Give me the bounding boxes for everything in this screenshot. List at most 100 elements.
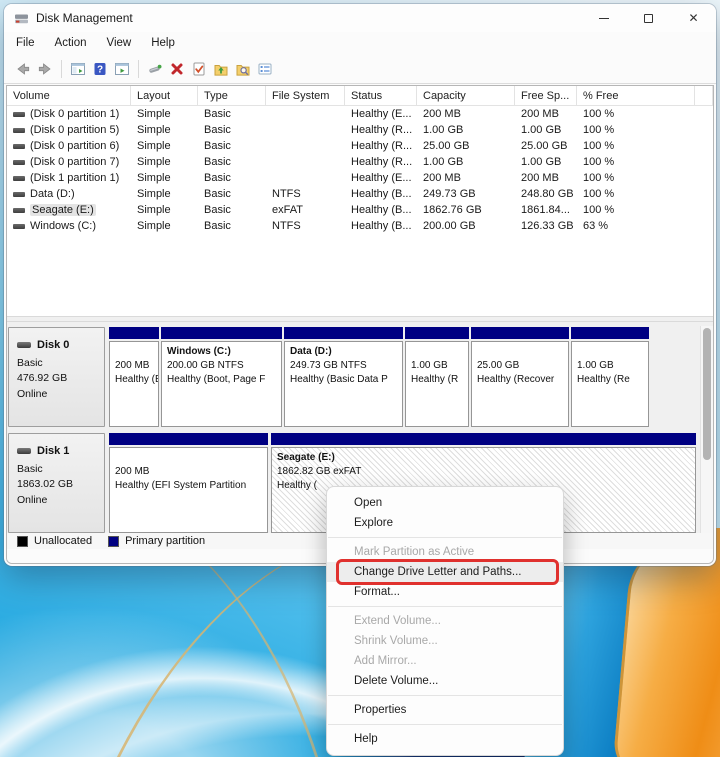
legend-unallocated: Unallocated	[17, 535, 92, 547]
disk0-partition-5[interactable]: 25.00 GB Healthy (Recover	[471, 327, 569, 427]
menu-item-properties[interactable]: Properties	[327, 700, 563, 720]
primary-partition-bar	[471, 327, 569, 339]
disk-icon	[17, 342, 31, 349]
tools-button[interactable]	[144, 58, 166, 80]
close-button[interactable]: ✕	[671, 4, 716, 32]
folder-up-icon	[214, 64, 228, 76]
column-header-file-system[interactable]: File System	[266, 86, 345, 106]
cell-type: Basic	[204, 156, 231, 168]
cell-type: Basic	[204, 108, 231, 120]
menu-item-format[interactable]: Format...	[327, 582, 563, 602]
table-row[interactable]: Windows (C:) Simple Basic NTFS Healthy (…	[7, 218, 713, 234]
svg-text:?: ?	[97, 64, 103, 75]
window-title: Disk Management	[36, 11, 133, 25]
table-row[interactable]: (Disk 1 partition 1) Simple Basic Health…	[7, 170, 713, 186]
details-view-button[interactable]	[254, 58, 276, 80]
cell-free: 200 MB	[521, 108, 559, 120]
titlebar[interactable]: Disk Management ✕	[4, 4, 716, 32]
legend-label: Unallocated	[34, 535, 93, 547]
primary-partition-swatch	[108, 535, 120, 547]
minimize-icon	[598, 17, 609, 19]
column-header-free-space[interactable]: Free Sp...	[515, 86, 577, 106]
primary-partition-bar	[271, 433, 696, 445]
menu-item-delete-volume[interactable]: Delete Volume...	[327, 671, 563, 691]
cell-volume: (Disk 0 partition 5)	[30, 124, 120, 136]
partition-size: 200 MB	[115, 466, 150, 477]
action-pane-button[interactable]	[111, 58, 133, 80]
cell-pct: 100 %	[583, 140, 615, 152]
volume-icon	[13, 175, 25, 181]
cell-capacity: 249.73 GB	[423, 188, 476, 200]
column-header-volume[interactable]: Volume	[7, 86, 131, 106]
folder-open-button[interactable]	[210, 58, 232, 80]
cell-volume: Seagate (E:)	[30, 204, 96, 216]
partition-size: 1.00 GB	[577, 360, 614, 371]
disk0-partition-efi[interactable]: 200 MB Healthy (E	[109, 327, 159, 427]
help-button[interactable]: ?	[89, 58, 111, 80]
partition-health: Healthy (Boot, Page F	[167, 374, 266, 385]
partition-size: 200 MB	[115, 360, 150, 371]
back-arrow-icon	[17, 62, 30, 75]
disk0-partition-windows-c[interactable]: Windows (C:) 200.00 GB NTFS Healthy (Boot,…	[161, 327, 282, 427]
cell-capacity: 1862.76 GB	[423, 204, 482, 216]
disk0-partition-4[interactable]: 1.00 GB Healthy (R	[405, 327, 469, 427]
menu-item-open[interactable]: Open	[327, 493, 563, 513]
console-tree-button[interactable]	[67, 58, 89, 80]
close-icon: ✕	[688, 11, 699, 25]
minimize-button[interactable]	[581, 4, 626, 32]
cell-free: 200 MB	[521, 172, 559, 184]
folder-search-button[interactable]	[232, 58, 254, 80]
menu-item-label: Change Drive Letter and Paths...	[354, 566, 522, 578]
table-row[interactable]: (Disk 0 partition 1) Simple Basic Health…	[7, 106, 713, 122]
menu-separator	[328, 695, 562, 696]
disk0-partition-6[interactable]: 1.00 GB Healthy (Re	[571, 327, 649, 427]
cell-status: Healthy (R...	[351, 156, 413, 168]
menu-item-mark-partition-active: Mark Partition as Active	[354, 546, 475, 558]
cell-fs: NTFS	[272, 188, 301, 200]
delete-volume-button[interactable]	[166, 58, 188, 80]
cell-layout: Simple	[137, 204, 171, 216]
table-row[interactable]: Data (D:) Simple Basic NTFS Healthy (B..…	[7, 186, 713, 202]
table-row[interactable]: (Disk 0 partition 6) Simple Basic Health…	[7, 138, 713, 154]
disk0-info-panel[interactable]: Disk 0 Basic 476.92 GB Online	[8, 327, 105, 427]
cell-layout: Simple	[137, 220, 171, 232]
table-row[interactable]: (Disk 0 partition 5) Simple Basic Health…	[7, 122, 713, 138]
disk1-partition-efi[interactable]: 200 MB Healthy (EFI System Partition	[109, 433, 268, 533]
menu-view[interactable]: View	[107, 37, 132, 49]
toolbar: ?	[4, 54, 716, 84]
disk1-type: Basic	[17, 462, 43, 475]
disk0-row: Disk 0 Basic 476.92 GB Online 200 MB Heal…	[8, 327, 699, 427]
menu-item-change-drive-letter[interactable]: Change Drive Letter and Paths...	[327, 559, 563, 585]
disk1-info-panel[interactable]: Disk 1 Basic 1863.02 GB Online	[8, 433, 105, 533]
checklist-icon	[193, 62, 205, 75]
column-header-type[interactable]: Type	[198, 86, 266, 106]
cell-layout: Simple	[137, 124, 171, 136]
menu-action[interactable]: Action	[55, 37, 87, 49]
column-header-layout[interactable]: Layout	[131, 86, 198, 106]
menu-file[interactable]: File	[16, 37, 35, 49]
cell-type: Basic	[204, 204, 231, 216]
maximize-button[interactable]	[626, 4, 671, 32]
forward-button[interactable]	[34, 58, 56, 80]
vertical-scrollbar[interactable]	[700, 326, 713, 533]
cell-status: Healthy (B...	[351, 220, 412, 232]
column-header-status[interactable]: Status	[345, 86, 417, 106]
disk0-partition-data-d[interactable]: Data (D:) 249.73 GB NTFS Healthy (Basic Da…	[284, 327, 403, 427]
column-header-pct-free[interactable]: % Free	[577, 86, 695, 106]
menu-item-help[interactable]: Help	[327, 729, 563, 749]
column-header-capacity[interactable]: Capacity	[417, 86, 515, 106]
partition-name: Seagate (E:)	[277, 452, 335, 463]
menu-help[interactable]: Help	[151, 37, 175, 49]
cell-volume: Data (D:)	[30, 188, 75, 200]
back-button[interactable]	[12, 58, 34, 80]
primary-partition-bar	[109, 433, 268, 445]
table-row-selected[interactable]: Seagate (E:) Simple Basic exFAT Healthy …	[7, 202, 713, 218]
cell-status: Healthy (B...	[351, 188, 412, 200]
table-row[interactable]: (Disk 0 partition 7) Simple Basic Health…	[7, 154, 713, 170]
scrollbar-thumb[interactable]	[703, 328, 711, 460]
menu-item-explore[interactable]: Explore	[327, 513, 563, 533]
cell-type: Basic	[204, 172, 231, 184]
checklist-button[interactable]	[188, 58, 210, 80]
disk0-name: Disk 0	[37, 339, 70, 351]
cell-free: 1.00 GB	[521, 156, 562, 168]
